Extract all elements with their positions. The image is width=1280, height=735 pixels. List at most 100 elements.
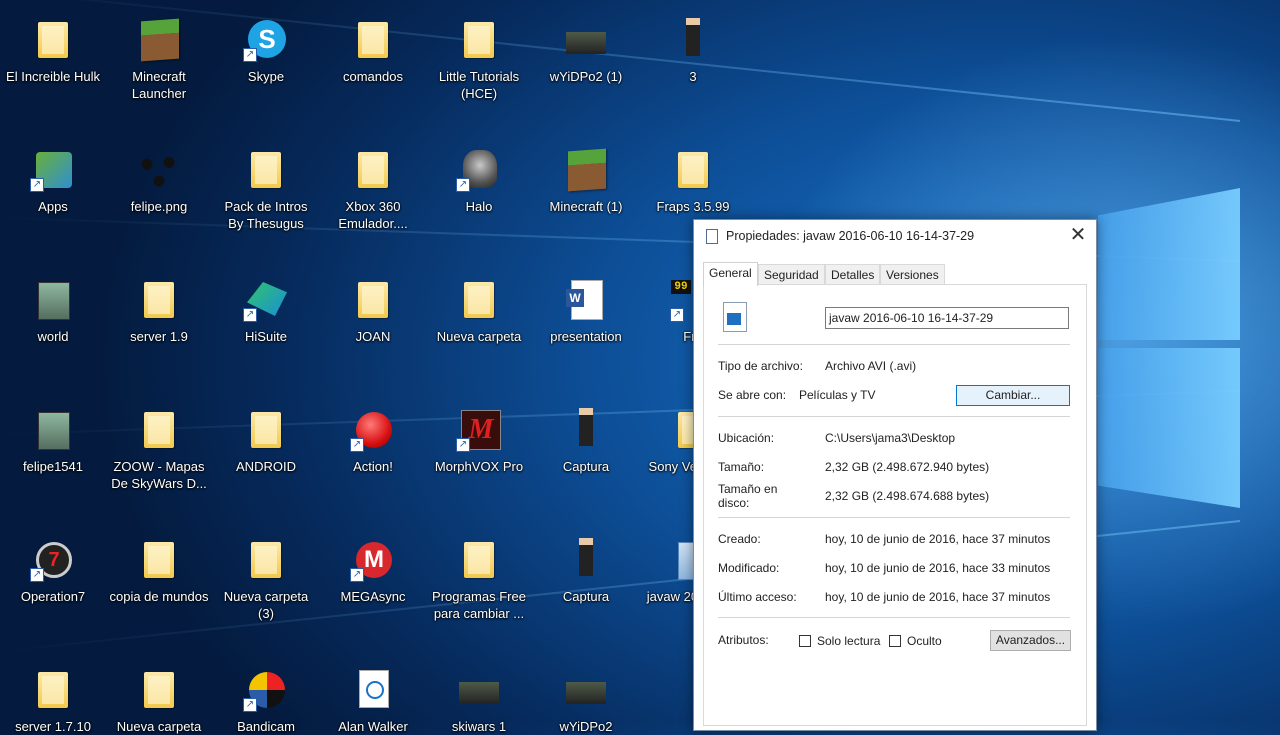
desktop-icon-megasync[interactable]: M ↗ MEGAsync bbox=[320, 538, 426, 605]
tab-detalles[interactable]: Detalles bbox=[825, 264, 881, 285]
desktop-icon-presentation[interactable]: presentation bbox=[533, 278, 639, 345]
desktop-icon-morphvox-pro[interactable]: M ↗ MorphVOX Pro bbox=[426, 408, 532, 475]
dialog-titlebar[interactable]: Propiedades: javaw 2016-06-10 16-14-37-2… bbox=[694, 220, 1096, 252]
desktop-icon-joan[interactable]: JOAN bbox=[320, 278, 426, 345]
desktop-icon-wyidpo2-1[interactable]: wYiDPo2 (1) bbox=[533, 18, 639, 85]
file-type-label: Tipo de archivo: bbox=[718, 359, 803, 373]
icon-label: wYiDPo2 (1) bbox=[549, 69, 623, 84]
icon-label: Programas Free para cambiar ... bbox=[432, 589, 526, 621]
folder-icon bbox=[678, 152, 708, 188]
desktop-icon-world[interactable]: world bbox=[0, 278, 106, 345]
desktop-icon-captura-2[interactable]: Captura bbox=[533, 538, 639, 605]
shortcut-arrow-icon: ↗ bbox=[30, 568, 44, 582]
divider bbox=[718, 344, 1070, 345]
folder-icon bbox=[464, 282, 494, 318]
desktop-icon-wyidpo2[interactable]: wYiDPo2 bbox=[533, 668, 639, 735]
desktop-icon-captura[interactable]: Captura bbox=[533, 408, 639, 475]
advanced-button[interactable]: Avanzados... bbox=[990, 630, 1071, 651]
desktop-icon-skype[interactable]: S ↗ Skype bbox=[213, 18, 319, 85]
desktop-icon-bandicam[interactable]: ↗ Bandicam bbox=[213, 668, 319, 735]
desktop-icon-el-increible-hulk[interactable]: El Increible Hulk bbox=[0, 18, 106, 85]
desktop-icon-minecraft-launcher[interactable]: Minecraft Launcher bbox=[106, 18, 212, 102]
folder-icon bbox=[251, 152, 281, 188]
video-thumbnail-icon bbox=[459, 682, 499, 704]
folder-icon bbox=[251, 412, 281, 448]
folder-icon bbox=[358, 282, 388, 318]
desktop-icon-server-1-9[interactable]: server 1.9 bbox=[106, 278, 212, 345]
tab-versiones-anteriores[interactable]: Versiones anteriores bbox=[880, 264, 946, 302]
desktop-icon-programas-free[interactable]: Programas Free para cambiar ... bbox=[426, 538, 532, 622]
size-label: Tamaño: bbox=[718, 460, 765, 474]
desktop-icon-xbox-360-emulador[interactable]: Xbox 360 Emulador.... bbox=[320, 148, 426, 232]
icon-label: Halo bbox=[465, 199, 493, 214]
desktop-icon-skiwars-1[interactable]: skiwars 1 bbox=[426, 668, 532, 735]
icon-label: Pack de Intros By Thesugus bbox=[224, 199, 308, 231]
desktop-icon-action[interactable]: ↗ Action! bbox=[320, 408, 426, 475]
hidden-checkbox[interactable] bbox=[889, 635, 901, 647]
icon-label: Xbox 360 Emulador.... bbox=[338, 199, 408, 231]
desktop-icon-hisuite[interactable]: ↗ HiSuite bbox=[213, 278, 319, 345]
folder-icon bbox=[464, 22, 494, 58]
video-thumbnail-icon bbox=[566, 682, 606, 704]
desktop-icon-halo[interactable]: ↗ Halo bbox=[426, 148, 532, 215]
folder-icon bbox=[144, 282, 174, 318]
icon-label: 3 bbox=[689, 69, 697, 84]
tab-general[interactable]: General bbox=[703, 262, 758, 286]
divider bbox=[718, 617, 1070, 618]
desktop-icon-felipe1541[interactable]: felipe1541 bbox=[0, 408, 106, 475]
image-thumbnail-icon bbox=[686, 18, 700, 56]
general-panel: javaw 2016-06-10 16-14-37-29 Tipo de arc… bbox=[703, 284, 1087, 726]
desktop-icon-operation7[interactable]: 7 ↗ Operation7 bbox=[0, 538, 106, 605]
icon-label: server 1.9 bbox=[130, 329, 188, 344]
desktop-icon-copia-de-mundos[interactable]: copia de mundos bbox=[106, 538, 212, 605]
icon-label: MorphVOX Pro bbox=[434, 459, 524, 474]
desktop-icon-server-1-7-10[interactable]: server 1.7.10 bbox=[0, 668, 106, 735]
icon-label: Captura bbox=[562, 459, 610, 474]
desktop-icon-android[interactable]: ANDROID bbox=[213, 408, 319, 475]
modified-label: Modificado: bbox=[718, 561, 780, 575]
icon-label: Nueva carpeta bbox=[436, 329, 522, 344]
close-button[interactable]: ✕ bbox=[1060, 220, 1096, 252]
desktop-icon-felipe-png[interactable]: felipe.png bbox=[106, 148, 212, 215]
file-icon bbox=[38, 412, 70, 450]
icon-label: ANDROID bbox=[236, 459, 296, 474]
folder-icon bbox=[144, 412, 174, 448]
tab-seguridad[interactable]: Seguridad bbox=[758, 264, 825, 285]
filename-field[interactable]: javaw 2016-06-10 16-14-37-29 bbox=[825, 307, 1069, 329]
desktop-icon-comandos[interactable]: comandos bbox=[320, 18, 426, 85]
size-on-disk-label: Tamaño en disco: bbox=[718, 482, 778, 510]
size-value: 2,32 GB (2.498.672.940 bytes) bbox=[825, 460, 990, 474]
hidden-label[interactable]: Oculto bbox=[907, 634, 942, 648]
desktop-icon-nueva-carpeta-3[interactable]: Nueva carpeta (3) bbox=[213, 538, 319, 622]
icon-label: comandos bbox=[343, 69, 403, 84]
desktop-icon-alan-walker[interactable]: Alan Walker bbox=[320, 668, 426, 735]
opens-with-label: Se abre con: bbox=[718, 388, 787, 402]
icon-label: world bbox=[37, 329, 69, 344]
read-only-label[interactable]: Solo lectura bbox=[817, 634, 880, 648]
change-button[interactable]: Cambiar... bbox=[956, 385, 1070, 406]
shortcut-arrow-icon: ↗ bbox=[456, 438, 470, 452]
desktop-icon-zoow-mapas[interactable]: ZOOW - Mapas De SkyWars D... bbox=[106, 408, 212, 492]
desktop-icon-nueva-carpeta[interactable]: Nueva carpeta bbox=[426, 278, 532, 345]
icon-label: Bandicam bbox=[237, 719, 295, 734]
folder-icon bbox=[38, 22, 68, 58]
desktop-icon-minecraft-1[interactable]: Minecraft (1) bbox=[533, 148, 639, 215]
icon-label: JOAN bbox=[355, 329, 391, 344]
last-access-value: hoy, 10 de junio de 2016, hace 37 minuto… bbox=[825, 590, 1051, 604]
desktop-icon-little-tutorials[interactable]: Little Tutorials (HCE) bbox=[426, 18, 532, 102]
desktop-icon-pack-de-intros[interactable]: Pack de Intros By Thesugus bbox=[213, 148, 319, 232]
created-value: hoy, 10 de junio de 2016, hace 37 minuto… bbox=[825, 532, 1051, 546]
folder-icon bbox=[358, 152, 388, 188]
size-on-disk-value: 2,32 GB (2.498.674.688 bytes) bbox=[825, 489, 990, 503]
dialog-title: Propiedades: javaw 2016-06-10 16-14-37-2… bbox=[726, 229, 975, 243]
desktop-icon-nueva-carpeta-2[interactable]: Nueva carpeta bbox=[106, 668, 212, 735]
desktop-icon-apps[interactable]: ↗ Apps bbox=[0, 148, 106, 215]
icon-label: skiwars 1 bbox=[451, 719, 507, 734]
properties-dialog: Propiedades: javaw 2016-06-10 16-14-37-2… bbox=[693, 219, 1097, 731]
shortcut-arrow-icon: ↗ bbox=[243, 698, 257, 712]
desktop-icon-fraps-folder[interactable]: Fraps 3.5.99 bbox=[640, 148, 746, 215]
icon-label: wYiDPo2 bbox=[559, 719, 613, 734]
desktop-icon-3[interactable]: 3 bbox=[640, 18, 746, 85]
audio-file-icon bbox=[359, 670, 389, 708]
read-only-checkbox[interactable] bbox=[799, 635, 811, 647]
